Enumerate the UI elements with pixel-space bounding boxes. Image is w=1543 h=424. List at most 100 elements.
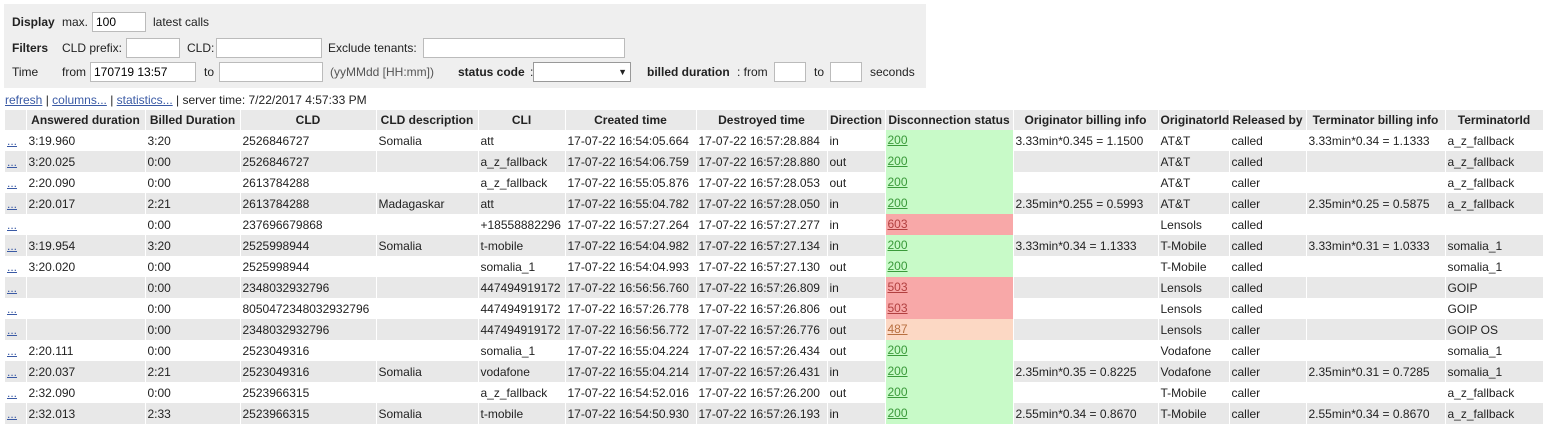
status-code-select[interactable]: ▼ [533, 62, 631, 82]
originator-id-cell: Lensols [1158, 214, 1230, 235]
header-originator-billing-info[interactable]: Originator billing info [1013, 110, 1159, 130]
exclude-tenants-input[interactable] [423, 38, 625, 58]
answered-duration-cell: 3:19.960 [26, 130, 146, 151]
terminator-id-cell: a_z_fallback [1445, 172, 1543, 193]
row-details-link[interactable]: ... [7, 386, 17, 400]
row-details-link[interactable]: ... [7, 239, 17, 253]
header-cld-description[interactable]: CLD description [376, 110, 479, 130]
server-time: server time: 7/22/2017 4:57:33 PM [182, 93, 367, 107]
originator-id-cell: Vodafone [1158, 361, 1230, 382]
originator-id-cell: Lensols [1158, 298, 1230, 319]
row-details-link[interactable]: ... [7, 155, 17, 169]
originator-billing-info-cell [1013, 256, 1159, 277]
disconnection-status-link[interactable]: 200 [885, 235, 1012, 256]
cli-cell: somalia_1 [478, 340, 566, 361]
originator-id-cell: Lensols [1158, 319, 1230, 340]
row-details-link[interactable]: ... [7, 218, 17, 232]
created-time-cell: 17-07-22 16:56:56.772 [565, 319, 697, 340]
terminator-id-cell: a_z_fallback [1445, 130, 1543, 151]
cli-cell: a_z_fallback [478, 172, 566, 193]
originator-billing-info-cell [1013, 382, 1159, 403]
terminator-id-cell: somalia_1 [1445, 361, 1543, 382]
row-details-link[interactable]: ... [7, 176, 17, 190]
cli-cell: att [478, 193, 566, 214]
row-details-link[interactable]: ... [7, 344, 17, 358]
disconnection-status-link[interactable]: 200 [885, 130, 1012, 151]
disconnection-status-link[interactable]: 200 [885, 256, 1012, 277]
row-details-link[interactable]: ... [7, 281, 17, 295]
disconnection-status-link[interactable]: 200 [885, 382, 1012, 403]
table-header-row: Answered duration Billed Duration CLD CLD d… [5, 110, 1543, 130]
details-link-cell: ... [5, 151, 27, 172]
header-created-time[interactable]: Created time [565, 110, 697, 130]
disconnection-status-link[interactable]: 487 [885, 319, 1012, 340]
direction-cell: in [827, 277, 886, 298]
terminator-id-cell: a_z_fallback [1445, 151, 1543, 172]
disconnection-status-link[interactable]: 200 [885, 361, 1012, 382]
cld-description-cell [376, 277, 479, 298]
header-answered-duration[interactable]: Answered duration [26, 110, 146, 130]
disconnection-status-link[interactable]: 200 [885, 403, 1012, 424]
destroyed-time-cell: 17-07-22 16:57:26.200 [696, 382, 828, 403]
table-row: ... 2:20.037 2:21 2523049316 Somalia vodafone… [5, 361, 1543, 382]
disconnection-status-link[interactable]: 603 [885, 214, 1012, 235]
originator-billing-info-cell [1013, 151, 1159, 172]
originator-billing-info-cell [1013, 172, 1159, 193]
time-to-input[interactable] [219, 62, 323, 82]
header-billed-duration[interactable]: Billed Duration [145, 110, 241, 130]
row-details-link[interactable]: ... [7, 365, 17, 379]
header-destroyed-time[interactable]: Destroyed time [696, 110, 828, 130]
header-cli[interactable]: CLI [478, 110, 566, 130]
disconnection-status-link[interactable]: 503 [885, 298, 1012, 319]
columns-link[interactable]: columns... [52, 93, 107, 107]
statistics-link[interactable]: statistics... [117, 93, 173, 107]
terminator-billing-info-cell [1306, 151, 1446, 172]
header-terminator-billing-info[interactable]: Terminator billing info [1306, 110, 1446, 130]
cli-cell: 447494919172 [478, 277, 566, 298]
header-cld[interactable]: CLD [240, 110, 377, 130]
row-details-link[interactable]: ... [7, 302, 17, 316]
terminator-billing-info-cell [1306, 277, 1446, 298]
destroyed-time-cell: 17-07-22 16:57:26.809 [696, 277, 828, 298]
cld-input[interactable] [216, 38, 322, 58]
billed-duration-cell: 0:00 [145, 256, 241, 277]
terminator-id-cell: a_z_fallback [1445, 193, 1543, 214]
billed-duration-cell: 3:20 [145, 235, 241, 256]
cld-prefix-input[interactable] [126, 38, 180, 58]
cld-description-cell [376, 382, 479, 403]
released-by-cell: called [1229, 130, 1307, 151]
originator-billing-info-cell: 2.35min*0.35 = 0.8225 [1013, 361, 1159, 382]
disconnection-status-link[interactable]: 200 [885, 151, 1012, 172]
originator-billing-info-cell: 3.33min*0.345 = 1.1500 [1013, 130, 1159, 151]
row-details-link[interactable]: ... [7, 323, 17, 337]
disconnection-status-cell: 200 [885, 235, 1014, 256]
header-disconnection-status[interactable]: Disconnection status [885, 110, 1014, 130]
terminator-id-cell: somalia_1 [1445, 235, 1543, 256]
cli-cell: t-mobile [478, 235, 566, 256]
header-released-by[interactable]: Released by [1229, 110, 1307, 130]
disconnection-status-link[interactable]: 503 [885, 277, 1012, 298]
row-details-link[interactable]: ... [7, 407, 17, 421]
table-row: ... 2:20.111 0:00 2523049316 somalia_1 17-07-… [5, 340, 1543, 361]
billed-from-input[interactable] [774, 62, 806, 82]
direction-cell: in [827, 403, 886, 424]
time-from-input[interactable] [90, 62, 196, 82]
max-calls-input[interactable] [92, 12, 146, 32]
originator-id-cell: AT&T [1158, 130, 1230, 151]
header-direction[interactable]: Direction [827, 110, 886, 130]
row-details-link[interactable]: ... [7, 134, 17, 148]
disconnection-status-link[interactable]: 200 [885, 340, 1012, 361]
header-originator-id[interactable]: OriginatorId [1158, 110, 1230, 130]
calls-table: Answered duration Billed Duration CLD CLD d… [5, 110, 1543, 424]
header-more[interactable] [5, 110, 27, 130]
terminator-billing-info-cell [1306, 382, 1446, 403]
row-details-link[interactable]: ... [7, 197, 17, 211]
cld-description-cell [376, 256, 479, 277]
refresh-link[interactable]: refresh [5, 93, 42, 107]
header-terminator-id[interactable]: TerminatorId [1445, 110, 1543, 130]
row-details-link[interactable]: ... [7, 260, 17, 274]
billed-to-input[interactable] [830, 62, 862, 82]
disconnection-status-link[interactable]: 200 [885, 193, 1012, 214]
disconnection-status-link[interactable]: 200 [885, 172, 1012, 193]
cld-label: CLD: [187, 41, 215, 55]
